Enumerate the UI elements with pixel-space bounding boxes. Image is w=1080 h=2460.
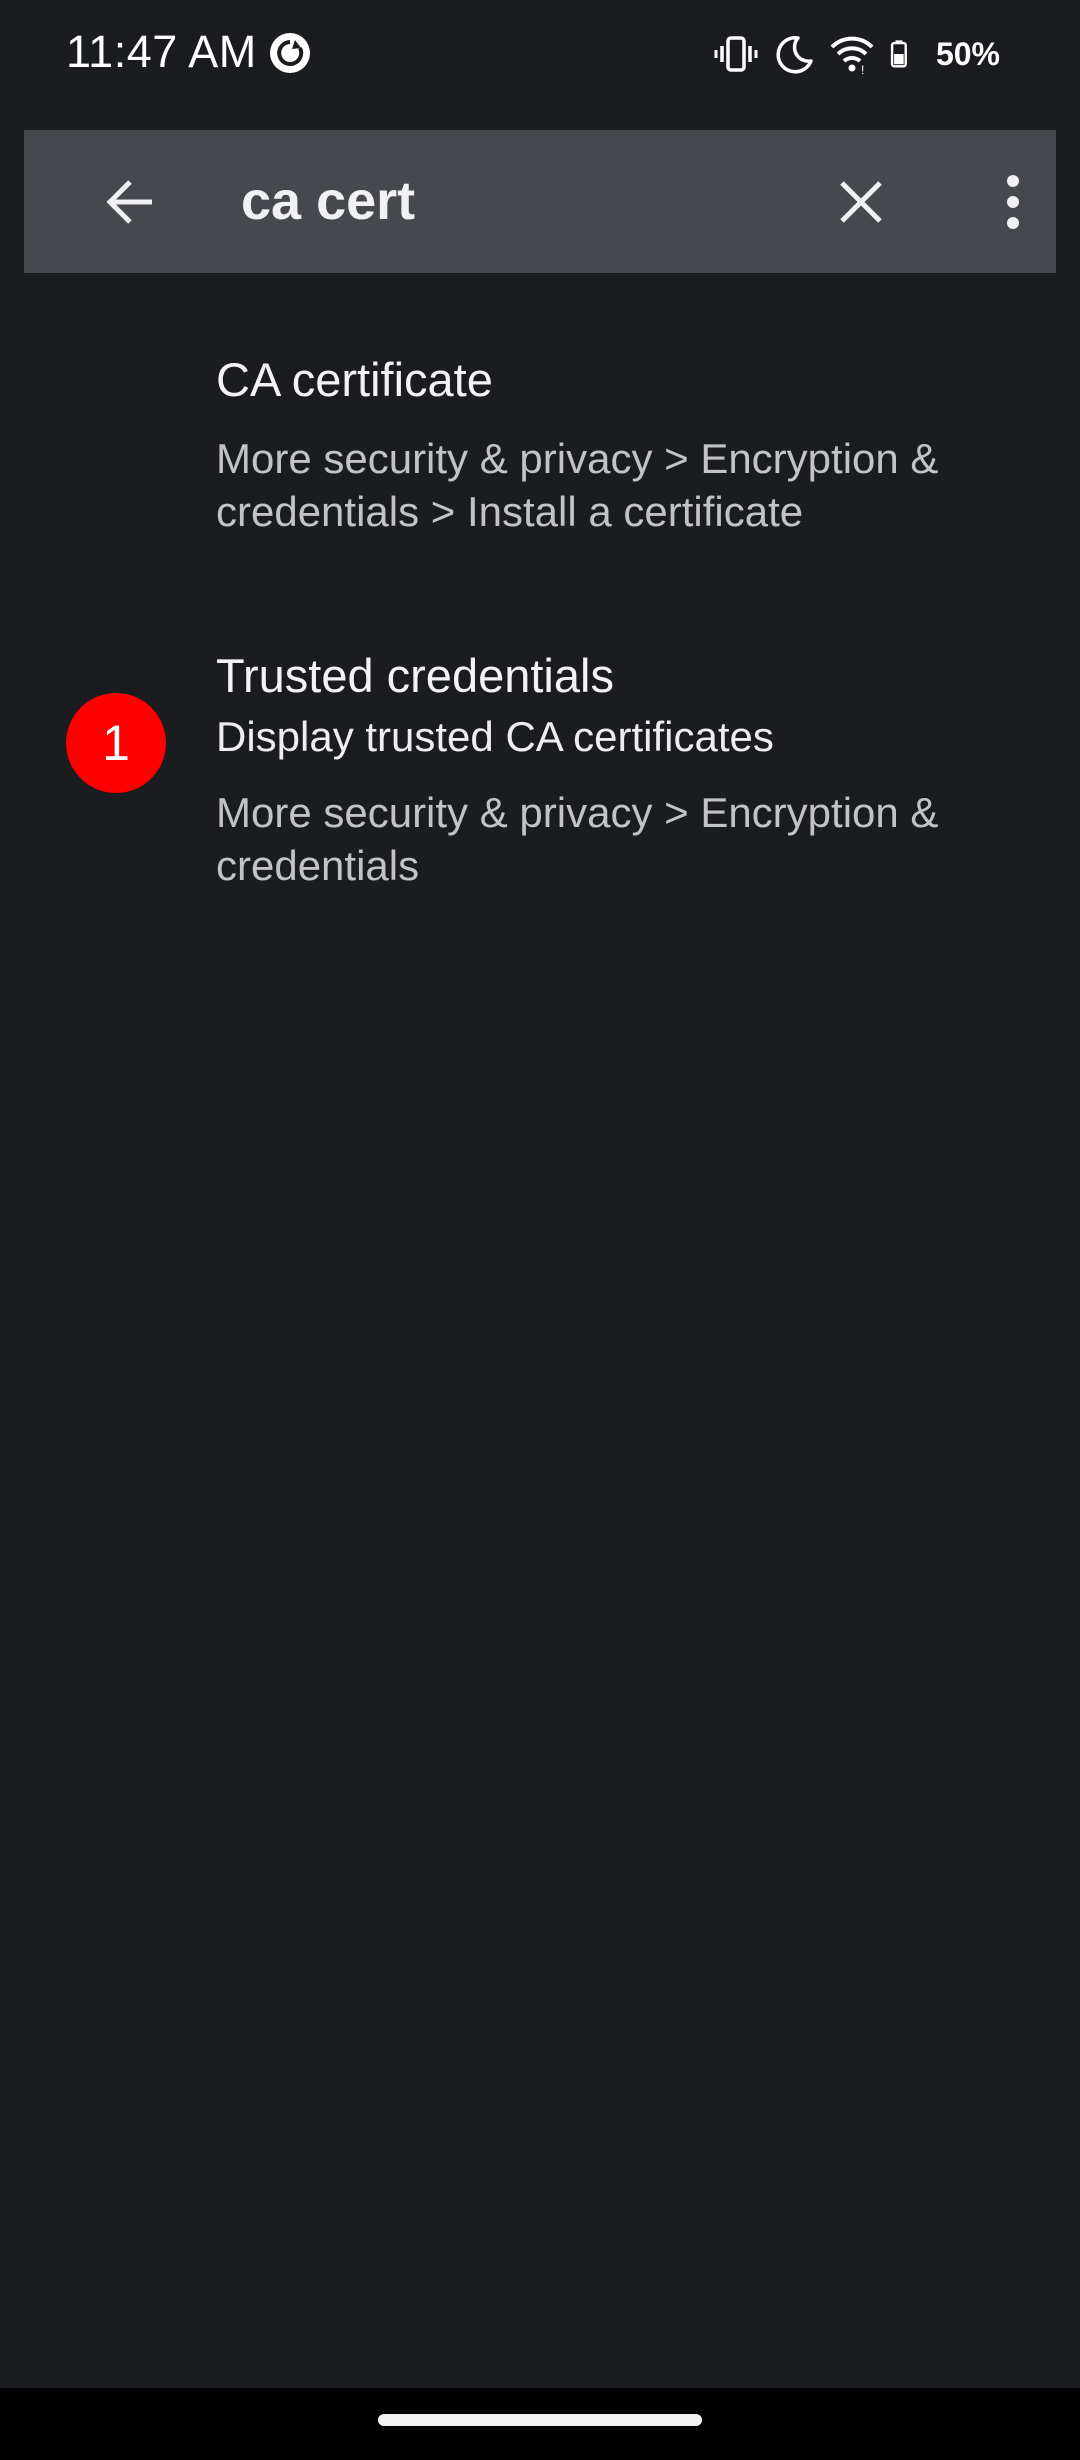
sync-icon — [270, 33, 310, 73]
result-path: More security & privacy > Encryption & c… — [216, 432, 1016, 538]
step-number-badge: 1 — [66, 693, 166, 793]
search-toolbar: ca cert — [24, 130, 1056, 273]
result-subtitle: Display trusted CA certificates — [216, 713, 774, 760]
result-title: Trusted credentials — [216, 649, 614, 702]
status-time: 11:47 AM — [66, 26, 257, 77]
arrow-back-icon — [106, 179, 152, 224]
more-options-button[interactable] — [958, 130, 1068, 273]
navigation-bar — [0, 2388, 1080, 2460]
status-icons: ! 50% — [714, 32, 1000, 76]
result-path-line: More security & privacy > Encryption & — [216, 789, 939, 836]
battery-icon — [890, 40, 907, 68]
search-result-trusted-credentials[interactable]: Trusted credentials Display trusted CA c… — [0, 640, 1080, 900]
back-button[interactable] — [76, 130, 186, 273]
status-bar: 11:47 AM ! 50% — [0, 0, 1080, 110]
result-title: CA certificate — [216, 353, 493, 406]
more-vertical-icon — [1007, 174, 1019, 229]
search-input[interactable]: ca cert — [241, 130, 415, 273]
vibrate-icon — [714, 36, 758, 72]
svg-text:!: ! — [861, 63, 864, 76]
clear-search-button[interactable] — [806, 130, 916, 273]
result-path: More security & privacy > Encryption & c… — [216, 786, 1016, 892]
result-path-line: More security & privacy > Encryption & — [216, 435, 939, 482]
home-gesture-handle[interactable] — [378, 2414, 702, 2426]
wifi-icon: ! — [830, 36, 874, 76]
settings-search-screen: 11:47 AM ! 50% ca cert CA certificate Mo… — [0, 0, 1080, 2460]
battery-percent: 50% — [935, 35, 1000, 72]
result-path-line: credentials — [216, 842, 420, 889]
do-not-disturb-moon-icon — [776, 36, 813, 74]
close-icon — [840, 180, 882, 223]
result-path-line: credentials > Install a certificate — [216, 488, 804, 535]
search-result-ca-certificate[interactable]: CA certificate More security & privacy >… — [0, 340, 1080, 560]
